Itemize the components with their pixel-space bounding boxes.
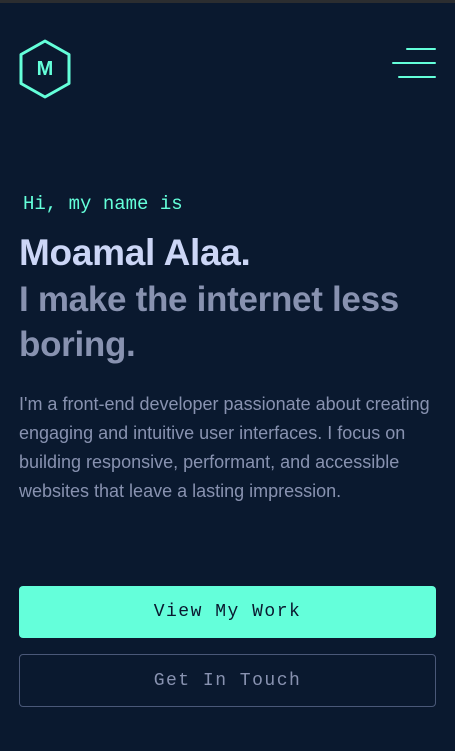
- logo-letter: M: [36, 57, 54, 80]
- hero-name: Moamal Alaa.: [19, 232, 251, 273]
- top-edge-strip: [0, 0, 455, 3]
- hamburger-menu-icon[interactable]: [388, 44, 438, 84]
- view-my-work-button[interactable]: View My Work: [19, 586, 436, 638]
- hero-greeting: Hi, my name is: [23, 193, 183, 215]
- logo-link[interactable]: M: [18, 39, 72, 99]
- menu-line-top: [406, 48, 436, 50]
- hero-bio: I'm a front-end developer passionate abo…: [19, 394, 430, 501]
- menu-line-bottom: [398, 76, 436, 78]
- hero-tagline: I make the internet less boring.: [19, 280, 399, 364]
- menu-line-middle: [392, 62, 436, 64]
- get-in-touch-button[interactable]: Get In Touch: [19, 654, 436, 707]
